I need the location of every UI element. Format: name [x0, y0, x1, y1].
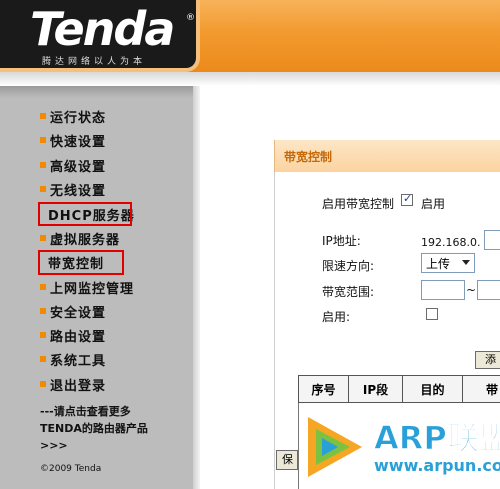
copyright: ©2009 Tenda — [40, 464, 102, 474]
sidebar-item-label: 系统工具 — [50, 353, 107, 369]
highlight-box-dhcp — [38, 202, 132, 226]
sidebar-item-logout[interactable]: 退出登录 — [40, 374, 106, 394]
range-separator: ~ — [466, 283, 477, 297]
logo-text: Tenda — [30, 2, 175, 56]
panel-title: 带宽控制 — [284, 150, 333, 164]
more-products-line-1: ---请点击查看更多 — [40, 405, 131, 418]
sidebar-item-advanced[interactable]: 高级设置 — [40, 155, 106, 175]
enable-bandwidth-label: 启用带宽控制 — [322, 197, 395, 211]
sidebar-item-label: 虚拟服务器 — [50, 232, 121, 248]
ip-prefix: 192.168.0. — [421, 236, 481, 249]
bullet-icon — [40, 284, 46, 290]
rule-enabled-label: 启用: — [322, 310, 351, 324]
sidebar-item-label: 上网监控管理 — [50, 281, 135, 297]
table-header-destination: 目的 — [403, 376, 463, 402]
sidebar-item-virtual-server[interactable]: 虚拟服务器 — [40, 228, 120, 248]
sidebar-item-label: 快速设置 — [50, 134, 107, 150]
bullet-icon — [40, 308, 46, 314]
sidebar-item-system-tools[interactable]: 系统工具 — [40, 349, 106, 369]
bandwidth-range-label: 带宽范围: — [322, 285, 375, 299]
content-divider — [193, 86, 200, 489]
direction-select[interactable]: 上传 — [421, 253, 475, 273]
bullet-icon — [40, 332, 46, 338]
sidebar-item-label: 高级设置 — [50, 159, 107, 175]
sidebar-item-label: 运行状态 — [50, 110, 107, 126]
bandwidth-min-input[interactable] — [421, 280, 465, 300]
highlight-box-bandwidth — [38, 250, 124, 275]
watermark-url: www.arpun.com — [374, 456, 500, 475]
bullet-icon — [40, 162, 46, 168]
enable-bandwidth-checkbox[interactable] — [401, 192, 413, 206]
sidebar-item-label: 路由设置 — [50, 329, 107, 345]
table-header-bandwidth: 带 — [485, 382, 498, 397]
header-grey-stripe — [0, 72, 500, 86]
ip-address-label: IP地址: — [322, 234, 361, 248]
sidebar-item-label: 无线设置 — [50, 183, 107, 199]
more-products-line-2: TENDA的路由器产品 — [40, 422, 148, 435]
sidebar-item-label: 安全设置 — [50, 305, 107, 321]
direction-label: 限速方向: — [322, 259, 375, 273]
sidebar-item-monitoring[interactable]: 上网监控管理 — [40, 277, 134, 297]
add-button[interactable]: 添 — [475, 351, 500, 369]
bullet-icon — [40, 113, 46, 119]
logo-tagline: 腾达网络以人为本 — [42, 57, 147, 67]
chevron-down-icon — [462, 260, 470, 265]
table-header-index: 序号 — [299, 376, 349, 402]
more-products-link[interactable]: ---请点击查看更多 TENDA的路由器产品 >>> — [40, 403, 148, 454]
logo-registered-mark: ® — [186, 13, 195, 23]
watermark-play-logo-icon — [308, 417, 362, 477]
sidebar-item-security[interactable]: 安全设置 — [40, 301, 106, 321]
watermark-text: ARP联盟 — [374, 419, 500, 458]
bullet-icon — [40, 381, 46, 387]
bullet-icon — [40, 137, 46, 143]
sidebar-top-strip — [0, 86, 193, 98]
sidebar-item-status[interactable]: 运行状态 — [40, 106, 106, 126]
table-header-ip-range: IP段 — [349, 376, 403, 402]
sidebar-item-label: 退出登录 — [50, 378, 107, 394]
rules-table-header: 序号 IP段 目的 带 — [298, 375, 500, 403]
bandwidth-max-input[interactable] — [477, 280, 500, 300]
enable-bandwidth-text: 启用 — [421, 197, 446, 211]
bullet-icon — [40, 356, 46, 362]
logo: Tenda ® 腾达网络以人为本 — [0, 0, 200, 72]
bullet-icon — [40, 186, 46, 192]
sidebar-item-wireless[interactable]: 无线设置 — [40, 179, 106, 199]
header-banner: Tenda ® 腾达网络以人为本 — [0, 0, 500, 86]
watermark: ARP联盟 www.arpun.com — [298, 403, 500, 489]
save-button[interactable]: 保 — [276, 450, 298, 470]
ip-address-input[interactable] — [484, 230, 500, 250]
sidebar-item-routing[interactable]: 路由设置 — [40, 325, 106, 345]
more-products-line-3: >>> — [40, 439, 68, 452]
bullet-icon — [40, 235, 46, 241]
sidebar-item-quick-setup[interactable]: 快速设置 — [40, 130, 106, 150]
rule-enabled-checkbox[interactable] — [426, 308, 438, 320]
direction-select-value: 上传 — [426, 256, 451, 271]
